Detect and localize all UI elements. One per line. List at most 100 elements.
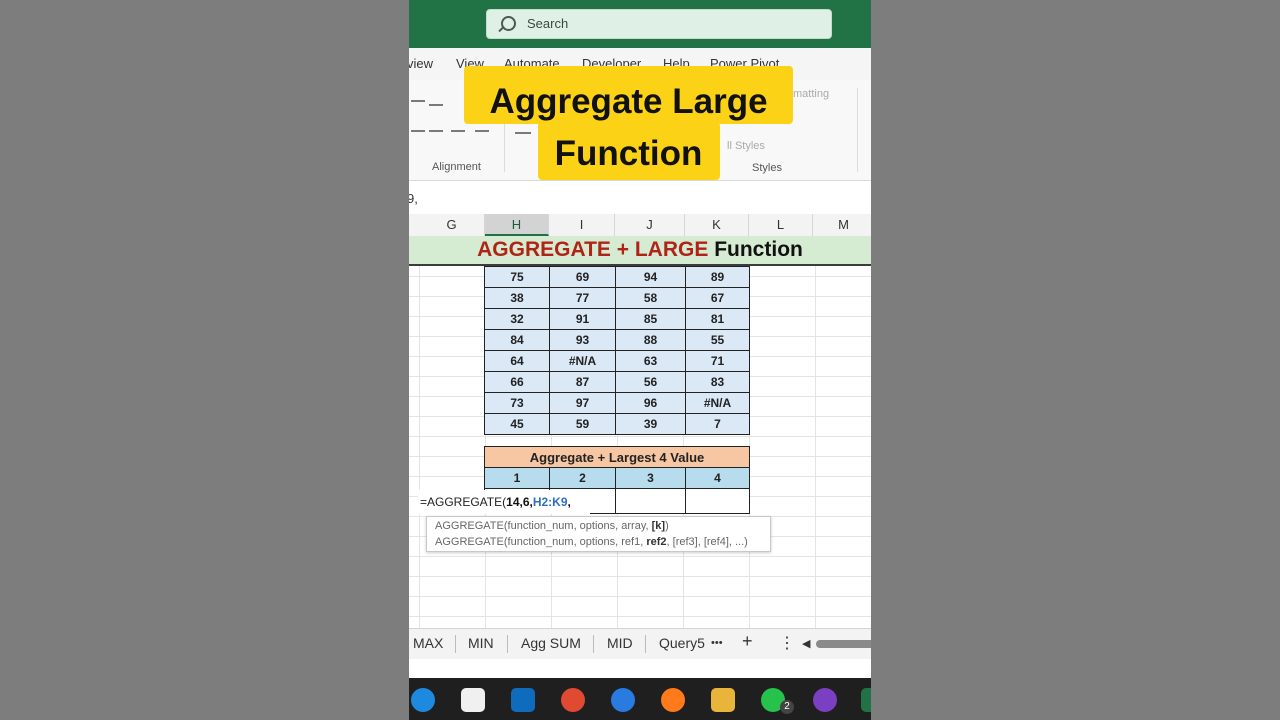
sheet-tab-max[interactable]: MAX (413, 635, 443, 651)
column-header-k[interactable]: K (685, 214, 749, 236)
sheet-tab-min[interactable]: MIN (468, 635, 494, 651)
sheet-tab-agg-sum[interactable]: Agg SUM (521, 635, 581, 651)
formula-bar[interactable]: 9, (409, 186, 871, 215)
data-cell[interactable]: 69 (549, 266, 616, 288)
rank-header[interactable]: 1 (484, 467, 550, 489)
column-headers: G H I J K L M (409, 214, 871, 237)
excel-title-bar: Search (409, 0, 871, 48)
data-cell[interactable]: 63 (615, 350, 686, 372)
headline-line-1: Aggregate Large (489, 82, 768, 121)
notification-badge: 2 (780, 700, 794, 714)
data-cell[interactable]: 58 (615, 287, 686, 309)
result-cell[interactable] (615, 488, 686, 514)
table-row: 75 69 94 89 (484, 266, 750, 288)
chrome-icon[interactable] (561, 688, 585, 712)
sheet-tab-mid[interactable]: MID (607, 635, 633, 651)
align-left-icon[interactable] (411, 130, 425, 132)
table-row: 66 87 56 83 (484, 371, 750, 393)
app-icon[interactable] (611, 688, 635, 712)
data-cell[interactable]: 75 (484, 266, 550, 288)
data-cell[interactable]: 89 (685, 266, 750, 288)
sheet-tab-query5[interactable]: Query5 (659, 635, 705, 651)
result-cell[interactable] (685, 488, 750, 514)
search-box[interactable]: Search (486, 9, 832, 39)
search-placeholder: Search (527, 16, 569, 31)
data-cell[interactable]: #N/A (685, 392, 750, 414)
sheet-tab-bar: MAX MIN Agg SUM MID Query5 ••• + ⋮ ◀ (409, 628, 871, 659)
data-cell[interactable]: 39 (615, 413, 686, 435)
column-header-l[interactable]: L (749, 214, 813, 236)
data-cell[interactable]: 71 (685, 350, 750, 372)
formula-range-ref: H2:K9 (532, 495, 568, 509)
more-sheets-icon[interactable]: ••• (711, 637, 723, 649)
syntax-line-reference[interactable]: AGGREGATE(function_num, options, ref1, r… (435, 536, 748, 548)
data-cell[interactable]: 67 (685, 287, 750, 309)
banner-title-black: Function (714, 238, 803, 261)
align-center-icon[interactable] (429, 130, 443, 132)
data-cell[interactable]: 83 (685, 371, 750, 393)
column-header-i[interactable]: I (549, 214, 615, 236)
browser-icon[interactable] (813, 688, 837, 712)
data-cell[interactable]: 56 (615, 371, 686, 393)
title-banner: AGGREGATE + LARGE Function (409, 236, 871, 266)
sheet-options-icon[interactable]: ⋮ (779, 633, 795, 653)
excel-icon[interactable] (861, 688, 871, 712)
firefox-icon[interactable] (661, 688, 685, 712)
data-cell[interactable]: 94 (615, 266, 686, 288)
column-header-j[interactable]: J (615, 214, 685, 236)
data-cell[interactable]: 77 (549, 287, 616, 309)
data-cell[interactable]: 91 (549, 308, 616, 330)
column-header-g[interactable]: G (419, 214, 485, 236)
banner-title-red: AGGREGATE + LARGE (477, 238, 709, 261)
data-cell[interactable]: 66 (484, 371, 550, 393)
outlook-icon[interactable] (511, 688, 535, 712)
data-cell[interactable]: 97 (549, 392, 616, 414)
rank-header[interactable]: 3 (615, 467, 686, 489)
headline-line-2: Function (554, 134, 703, 173)
data-cell[interactable]: 7 (685, 413, 750, 435)
data-cell[interactable]: 45 (484, 413, 550, 435)
column-header-m[interactable]: M (813, 214, 871, 236)
windows-taskbar: 2 (409, 678, 871, 720)
group-separator (857, 88, 858, 172)
data-cell[interactable]: 96 (615, 392, 686, 414)
tab-review[interactable]: view (409, 56, 433, 71)
conditional-formatting-button[interactable]: matting (793, 88, 829, 100)
decrease-indent-icon[interactable] (451, 130, 465, 132)
data-cell[interactable]: 73 (484, 392, 550, 414)
tab-divider (507, 635, 508, 653)
horizontal-scrollbar[interactable] (816, 640, 871, 648)
data-cell[interactable]: 84 (484, 329, 550, 351)
table-row: 45 59 39 7 (484, 413, 750, 435)
data-cell[interactable]: 64 (484, 350, 550, 372)
data-cell[interactable]: 88 (615, 329, 686, 351)
add-sheet-icon[interactable]: + (742, 631, 753, 652)
column-header-h[interactable]: H (485, 214, 549, 236)
store-icon[interactable] (461, 688, 485, 712)
syntax-line-array[interactable]: AGGREGATE(function_num, options, array, … (435, 520, 669, 532)
data-cell[interactable]: #N/A (549, 350, 616, 372)
table-row: 73 97 96 #N/A (484, 392, 750, 414)
align-top-icon[interactable] (411, 100, 425, 102)
rank-header[interactable]: 4 (685, 467, 750, 489)
formula-tail: , (567, 495, 571, 509)
data-cell[interactable]: 81 (685, 308, 750, 330)
data-cell[interactable]: 87 (549, 371, 616, 393)
headline-title: Aggregate Large Function (464, 76, 793, 180)
table-row: 38 77 58 67 (484, 287, 750, 309)
data-cell[interactable]: 55 (685, 329, 750, 351)
data-cell[interactable]: 93 (549, 329, 616, 351)
data-cell[interactable]: 38 (484, 287, 550, 309)
data-cell[interactable]: 59 (549, 413, 616, 435)
data-cell[interactable]: 32 (484, 308, 550, 330)
scroll-left-icon[interactable]: ◀ (802, 637, 810, 650)
formula-args: 14,6, (506, 495, 533, 509)
function-syntax-tooltip: AGGREGATE(function_num, options, array, … (426, 516, 771, 552)
edge-icon[interactable] (411, 688, 435, 712)
align-middle-icon[interactable] (429, 104, 443, 106)
formula-edit-cell[interactable]: =AGGREGATE(14,6,H2:K9, (418, 490, 590, 514)
rank-header[interactable]: 2 (549, 467, 616, 489)
data-table: 75 69 94 89 38 77 58 67 32 91 85 81 84 93 88 55 64 #N/A 63… (484, 266, 750, 435)
file-explorer-icon[interactable] (711, 688, 735, 712)
data-cell[interactable]: 85 (615, 308, 686, 330)
